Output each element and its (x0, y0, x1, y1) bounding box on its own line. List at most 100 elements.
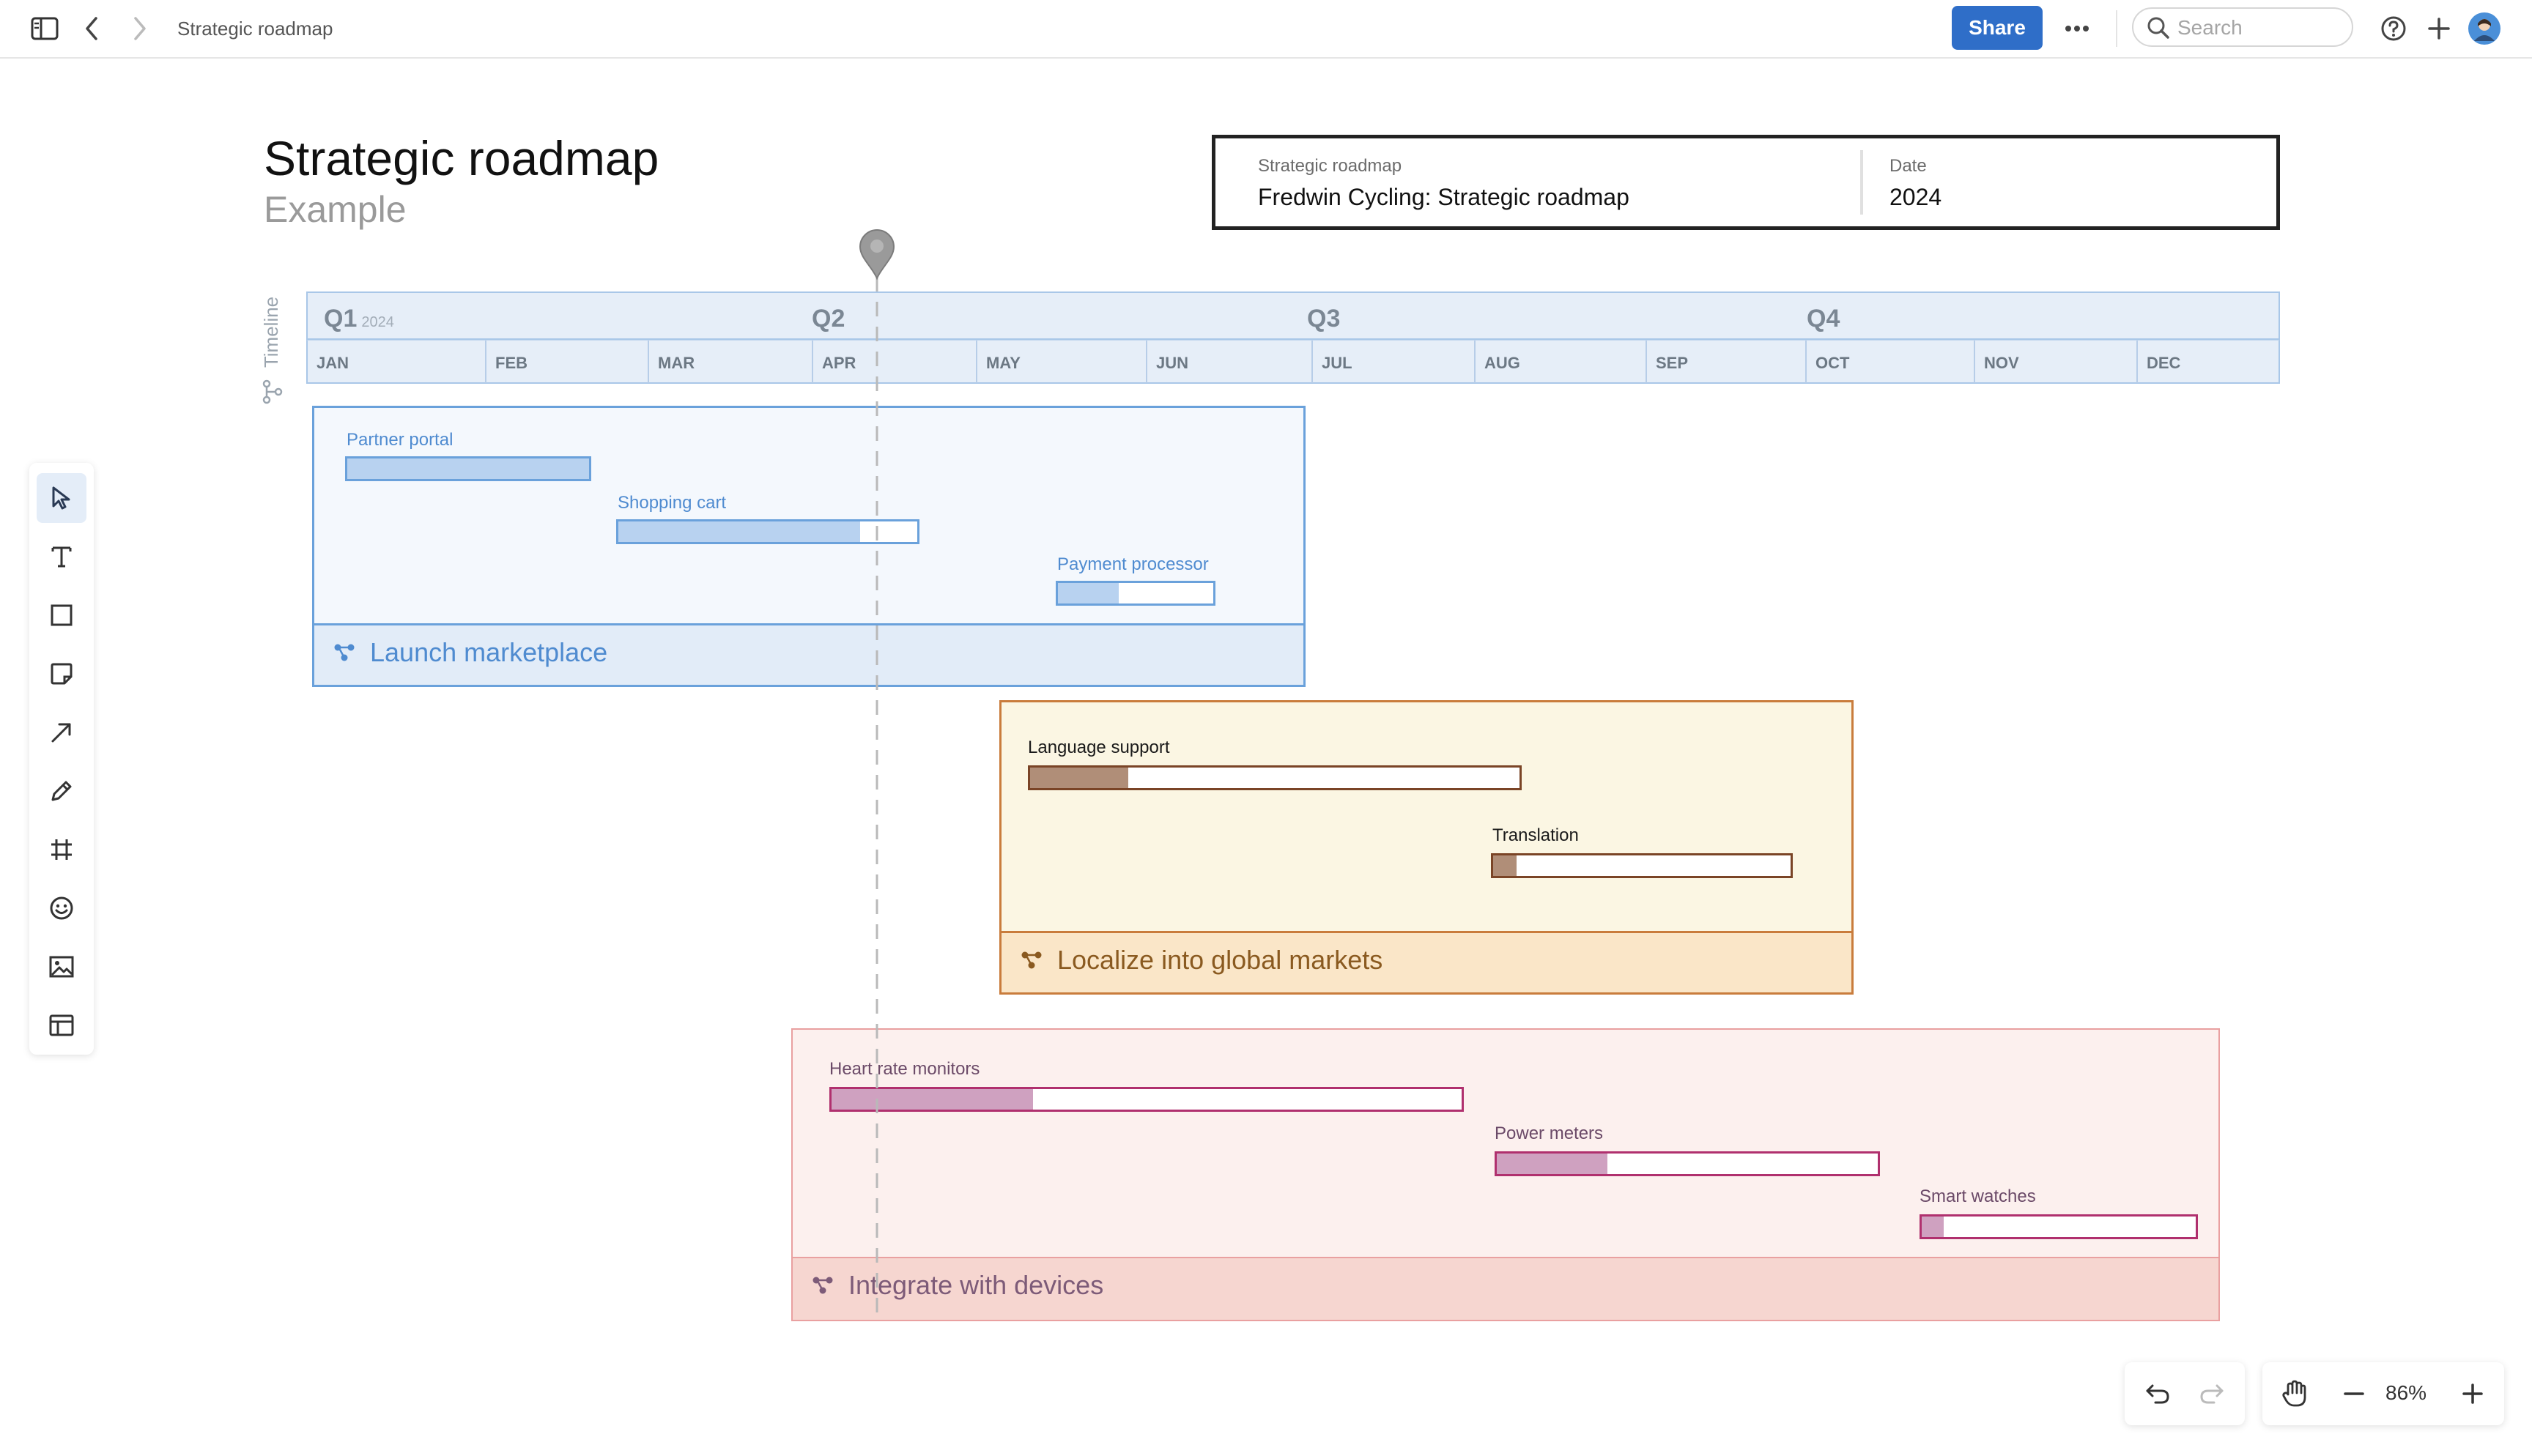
month-dec[interactable]: DEC (2136, 341, 2281, 383)
quarter-q4[interactable]: Q4 (1807, 305, 1840, 333)
info-divider (1860, 150, 1863, 215)
back-arrow-icon[interactable] (75, 12, 108, 45)
month-aug[interactable]: AUG (1474, 341, 1646, 383)
page-title: Strategic roadmap (264, 131, 659, 185)
zoom-out-icon[interactable] (2334, 1374, 2374, 1414)
progress-fill (618, 521, 861, 542)
group-title: Localize into global markets (1057, 945, 1383, 975)
progress-fill (1058, 583, 1119, 603)
item-bar-payment-processor[interactable] (1056, 581, 1215, 606)
timeline-label-text: Timeline (260, 296, 283, 368)
more-icon[interactable] (2060, 12, 2094, 45)
text-tool-icon[interactable] (37, 532, 86, 582)
top-bar: Strategic roadmap Share (0, 0, 2532, 59)
history-controls (2125, 1362, 2245, 1425)
group-localize-global-markets[interactable]: Language support Translation Localize in… (999, 700, 1854, 995)
redo-icon[interactable] (2192, 1374, 2232, 1414)
month-feb[interactable]: FEB (485, 341, 648, 383)
month-jan[interactable]: JAN (308, 341, 485, 383)
quarter-year: 2024 (361, 314, 394, 330)
group-footer[interactable]: Integrate with devices (793, 1257, 2218, 1320)
progress-fill (1030, 768, 1128, 788)
item-bar-partner-portal[interactable] (345, 456, 591, 481)
item-label-smart-watches: Smart watches (1920, 1186, 2036, 1206)
month-label: MAR (658, 354, 695, 372)
month-jul[interactable]: JUL (1311, 341, 1483, 383)
month-label: MAY (986, 354, 1021, 372)
undo-icon[interactable] (2138, 1374, 2177, 1414)
arrow-tool-icon[interactable] (37, 707, 86, 757)
sidebar-toggle-icon[interactable] (28, 12, 62, 45)
sticky-note-tool-icon[interactable] (37, 649, 86, 699)
month-label: JAN (316, 354, 349, 372)
progress-fill (347, 458, 589, 479)
month-apr[interactable]: APR (812, 341, 976, 383)
group-title: Integrate with devices (848, 1270, 1104, 1300)
info-table[interactable]: Strategic roadmap Fredwin Cycling: Strat… (1212, 135, 2280, 230)
timeline-months: JAN FEB MAR APR MAY JUN JUL AUG SEP OCT … (306, 340, 2280, 384)
month-label: OCT (1815, 354, 1850, 372)
select-tool-icon[interactable] (37, 473, 86, 523)
search-input[interactable] (2176, 15, 2347, 41)
quarter-q2[interactable]: Q2 (812, 305, 845, 333)
breadcrumb[interactable]: Strategic roadmap (177, 16, 333, 41)
group-footer[interactable]: Localize into global markets (1002, 931, 1851, 992)
item-bar-heart-rate-monitors[interactable] (829, 1087, 1464, 1112)
month-mar[interactable]: MAR (648, 341, 819, 383)
hand-pan-icon[interactable] (2274, 1374, 2314, 1414)
group-title: Launch marketplace (370, 637, 608, 667)
pen-tool-icon[interactable] (37, 766, 86, 816)
template-tool-icon[interactable] (37, 1000, 86, 1050)
month-label: FEB (495, 354, 528, 372)
today-marker-line (876, 277, 878, 1317)
search-box[interactable] (2132, 7, 2353, 47)
group-integrate-devices[interactable]: Heart rate monitors Power meters Smart w… (791, 1028, 2220, 1321)
progress-fill (1922, 1217, 1944, 1237)
plus-icon[interactable] (2422, 12, 2456, 45)
item-label-partner-portal: Partner portal (347, 430, 454, 450)
zoom-level[interactable]: 86% (2385, 1381, 2426, 1405)
month-nov[interactable]: NOV (1974, 341, 2139, 383)
item-bar-language-support[interactable] (1028, 765, 1522, 790)
month-oct[interactable]: OCT (1805, 341, 1978, 383)
help-icon[interactable] (2377, 12, 2410, 45)
month-label: AUG (1484, 354, 1520, 372)
item-label-heart-rate-monitors: Heart rate monitors (829, 1059, 980, 1079)
month-label: DEC (2147, 354, 2181, 372)
forward-arrow-icon[interactable] (123, 12, 157, 45)
month-label: APR (822, 354, 856, 372)
progress-fill (1493, 855, 1517, 876)
search-icon (2147, 16, 2170, 40)
frame-tool-icon[interactable] (37, 825, 86, 874)
item-label-translation: Translation (1492, 825, 1579, 845)
progress-fill (1497, 1154, 1607, 1174)
rectangle-tool-icon[interactable] (37, 590, 86, 640)
quarter-q1[interactable]: Q1 2024 (324, 305, 394, 333)
info-label-date: Date (1889, 156, 1927, 176)
emoji-tool-icon[interactable] (37, 883, 86, 933)
timeline-label: Timeline (258, 290, 287, 371)
month-label: NOV (1984, 354, 2019, 372)
item-bar-translation[interactable] (1491, 853, 1793, 878)
item-label-language-support: Language support (1028, 738, 1170, 757)
month-jun[interactable]: JUN (1146, 341, 1311, 383)
timeline-quarters: Q1 2024 Q2 Q3 Q4 (306, 291, 2280, 340)
page-subtitle: Example (264, 189, 407, 230)
quarter-q3[interactable]: Q3 (1307, 305, 1340, 333)
item-bar-smart-watches[interactable] (1920, 1214, 2198, 1239)
month-sep[interactable]: SEP (1646, 341, 1811, 383)
month-may[interactable]: MAY (976, 341, 1147, 383)
avatar[interactable] (2468, 12, 2501, 45)
today-marker-pin-icon[interactable] (857, 229, 897, 280)
group-launch-marketplace[interactable]: Partner portal Shopping cart Payment pro… (312, 406, 1306, 687)
group-hierarchy-icon (1021, 951, 1043, 970)
item-bar-shopping-cart[interactable] (616, 519, 919, 544)
zoom-in-icon[interactable] (2453, 1374, 2492, 1414)
month-label: JUL (1322, 354, 1352, 372)
item-bar-power-meters[interactable] (1495, 1151, 1880, 1176)
share-button[interactable]: Share (1952, 6, 2043, 50)
timeline-settings-icon[interactable] (261, 379, 284, 404)
group-hierarchy-icon (812, 1276, 834, 1295)
group-footer[interactable]: Launch marketplace (314, 623, 1303, 685)
image-tool-icon[interactable] (37, 942, 86, 992)
